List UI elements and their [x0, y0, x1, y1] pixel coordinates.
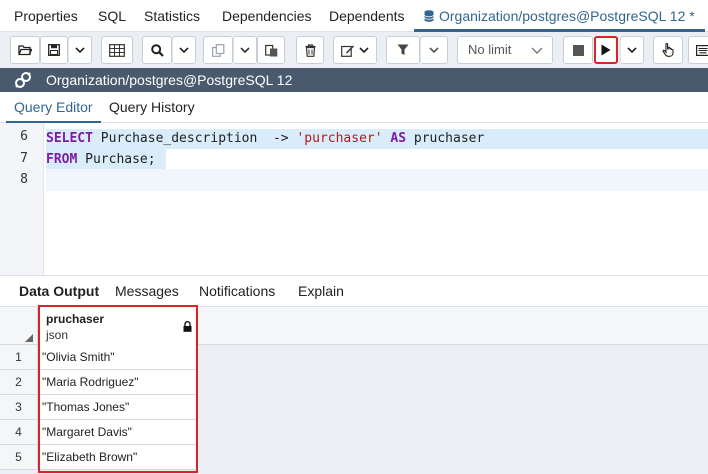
row-number[interactable]: 4: [0, 420, 38, 445]
filter-dropdown-button[interactable]: [420, 36, 448, 64]
folder-open-icon: [18, 45, 32, 56]
row-limit-value: No limit: [468, 42, 512, 57]
code-line: SELECT Purchase_description -> 'purchase…: [46, 131, 485, 146]
tab-query-tool-label: Organization/postgres@PostgreSQL 12 *: [439, 8, 695, 24]
save-icon: [48, 44, 60, 56]
find-dropdown-button[interactable]: [172, 36, 196, 64]
tab-query-tool[interactable]: Organization/postgres@PostgreSQL 12 *: [414, 0, 705, 32]
tab-dependents[interactable]: Dependents: [329, 0, 405, 32]
chevron-down-icon: [75, 47, 85, 53]
search-icon: [150, 43, 164, 57]
column-name: pruchaser: [46, 312, 105, 326]
trash-icon: [305, 43, 315, 57]
copy-icon: [211, 43, 224, 57]
lock-icon: [183, 321, 192, 332]
chevron-down-icon: [359, 47, 369, 53]
column-type: json: [46, 328, 69, 342]
select-all-corner[interactable]: [0, 307, 38, 345]
current-line-highlight: [46, 169, 708, 191]
row-number[interactable]: 1: [0, 345, 38, 370]
line-number: 6: [20, 129, 28, 144]
execute-button[interactable]: [594, 36, 618, 64]
editor-tabs: Query Editor Query History: [0, 92, 708, 123]
chevron-down-icon: [627, 47, 637, 53]
row-limit-select[interactable]: No limit: [457, 36, 553, 64]
code-line: FROM Purchase;: [46, 152, 156, 167]
grid-header: pruchaser json: [0, 307, 708, 345]
edit-icon: [341, 45, 354, 57]
tab-messages[interactable]: Messages: [115, 276, 179, 307]
table-cell[interactable]: "Elizabeth Brown": [38, 445, 198, 470]
play-icon: [601, 44, 611, 56]
copy-button[interactable]: [203, 36, 233, 64]
row-number[interactable]: 2: [0, 370, 38, 395]
tab-statistics[interactable]: Statistics: [144, 0, 200, 32]
explain-button[interactable]: [653, 36, 683, 64]
database-icon: [424, 10, 434, 22]
copy-dropdown-button[interactable]: [233, 36, 257, 64]
data-grid[interactable]: pruchaser json 1 "Olivia Smith" 2 "Maria…: [0, 307, 708, 474]
tab-query-history[interactable]: Query History: [109, 92, 195, 123]
tab-dependencies[interactable]: Dependencies: [222, 0, 312, 32]
chevron-down-icon: [429, 47, 439, 53]
stop-icon: [572, 44, 584, 56]
line-number: 7: [20, 151, 28, 166]
line-number-gutter: 6 7 8: [0, 123, 44, 275]
table-cell[interactable]: "Thomas Jones": [38, 395, 198, 420]
hand-pointer-icon: [662, 43, 674, 57]
chevron-down-icon: [531, 37, 543, 63]
delete-button[interactable]: [296, 36, 324, 64]
connection-label: Organization/postgres@PostgreSQL 12: [46, 72, 293, 88]
open-file-button[interactable]: [10, 36, 40, 64]
tab-query-editor[interactable]: Query Editor: [6, 92, 101, 123]
table-cell[interactable]: "Olivia Smith": [38, 345, 198, 370]
explain-analyze-button[interactable]: [688, 36, 708, 64]
save-dropdown-button[interactable]: [68, 36, 92, 64]
paste-icon: [264, 44, 277, 56]
tab-explain[interactable]: Explain: [298, 276, 344, 307]
filter-icon: [397, 44, 409, 55]
paste-button[interactable]: [257, 36, 285, 64]
edit-grid-button[interactable]: [101, 36, 133, 64]
table-icon: [109, 43, 125, 57]
tab-properties[interactable]: Properties: [14, 0, 78, 32]
results-tabs: Data Output Messages Notifications Expla…: [0, 275, 708, 307]
chevron-down-icon: [179, 47, 189, 53]
stop-button[interactable]: [563, 36, 593, 64]
line-number: 8: [20, 172, 28, 187]
filter-button[interactable]: [386, 36, 420, 64]
find-button[interactable]: [142, 36, 172, 64]
toolbar: No limit: [0, 32, 708, 68]
column-header-pruchaser[interactable]: pruchaser json: [38, 307, 198, 345]
corner-triangle-icon: [25, 334, 33, 342]
table-cell[interactable]: "Margaret Davis": [38, 420, 198, 445]
table-cell[interactable]: "Maria Rodriguez": [38, 370, 198, 395]
execute-dropdown-button[interactable]: [620, 36, 644, 64]
top-tab-bar: Properties SQL Statistics Dependencies D…: [0, 0, 708, 32]
chevron-down-icon: [240, 47, 250, 53]
connection-bar[interactable]: Organization/postgres@PostgreSQL 12: [0, 68, 708, 92]
row-number[interactable]: 5: [0, 445, 38, 470]
keyboard-icon: [696, 44, 708, 56]
row-number[interactable]: 3: [0, 395, 38, 420]
connection-icon: [15, 72, 31, 88]
sql-editor[interactable]: 6 7 8 SELECT Purchase_description -> 'pu…: [0, 123, 708, 275]
edit-button[interactable]: [333, 36, 377, 64]
results-panel: Data Output Messages Notifications Expla…: [0, 275, 708, 474]
tab-sql[interactable]: SQL: [98, 0, 126, 32]
tab-notifications[interactable]: Notifications: [199, 276, 275, 307]
save-button[interactable]: [40, 36, 68, 64]
tab-data-output[interactable]: Data Output: [19, 276, 99, 307]
